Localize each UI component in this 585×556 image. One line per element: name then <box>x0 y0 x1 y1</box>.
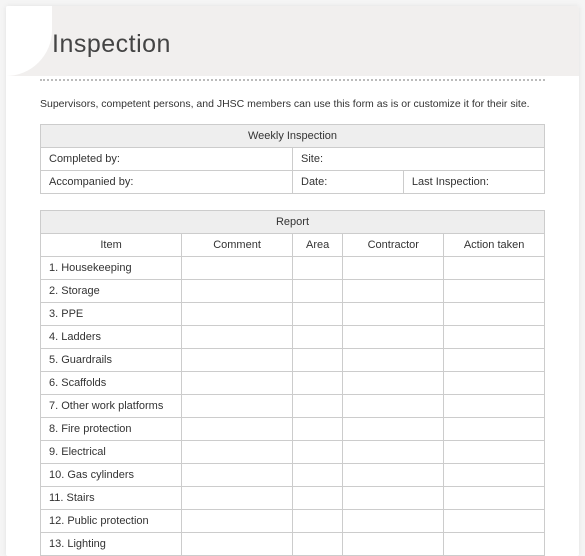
empty-cell <box>292 486 342 509</box>
empty-cell <box>343 348 444 371</box>
empty-cell <box>343 509 444 532</box>
empty-cell <box>444 532 545 555</box>
item-cell: 3. PPE <box>41 302 182 325</box>
table-row: 9. Electrical <box>41 440 545 463</box>
table-row: 8. Fire protection <box>41 417 545 440</box>
empty-cell <box>343 256 444 279</box>
empty-cell <box>292 440 342 463</box>
item-cell: 6. Scaffolds <box>41 371 182 394</box>
accompanied-by-label: Accompanied by: <box>41 170 293 193</box>
empty-cell <box>292 509 342 532</box>
empty-cell <box>444 371 545 394</box>
empty-cell <box>292 279 342 302</box>
empty-cell <box>182 463 293 486</box>
col-item: Item <box>41 233 182 256</box>
item-cell: 5. Guardrails <box>41 348 182 371</box>
empty-cell <box>444 417 545 440</box>
empty-cell <box>343 394 444 417</box>
table-row: 2. Storage <box>41 279 545 302</box>
empty-cell <box>292 348 342 371</box>
empty-cell <box>343 486 444 509</box>
weekly-inspection-table: Weekly Inspection Completed by: Site: Ac… <box>40 124 545 194</box>
table-row: 6. Scaffolds <box>41 371 545 394</box>
empty-cell <box>182 417 293 440</box>
empty-cell <box>292 394 342 417</box>
empty-cell <box>182 440 293 463</box>
header: Inspection <box>6 6 579 71</box>
table-row: 10. Gas cylinders <box>41 463 545 486</box>
col-contractor: Contractor <box>343 233 444 256</box>
empty-cell <box>182 348 293 371</box>
empty-cell <box>292 325 342 348</box>
empty-cell <box>343 532 444 555</box>
table-row: 12. Public protection <box>41 509 545 532</box>
empty-cell <box>343 440 444 463</box>
item-cell: 8. Fire protection <box>41 417 182 440</box>
col-action: Action taken <box>444 233 545 256</box>
item-cell: 10. Gas cylinders <box>41 463 182 486</box>
empty-cell <box>292 417 342 440</box>
completed-by-label: Completed by: <box>41 147 293 170</box>
divider-dots <box>40 79 545 81</box>
empty-cell <box>292 302 342 325</box>
report-header: Report <box>41 210 545 233</box>
item-cell: 7. Other work platforms <box>41 394 182 417</box>
empty-cell <box>182 325 293 348</box>
report-table: Report Item Comment Area Contractor Acti… <box>40 210 545 556</box>
date-label: Date: <box>293 170 404 193</box>
col-comment: Comment <box>182 233 293 256</box>
empty-cell <box>444 279 545 302</box>
empty-cell <box>444 256 545 279</box>
table-row: 5. Guardrails <box>41 348 545 371</box>
empty-cell <box>444 348 545 371</box>
empty-cell <box>182 371 293 394</box>
page-title: Inspection <box>52 30 547 59</box>
empty-cell <box>343 371 444 394</box>
empty-cell <box>444 325 545 348</box>
report-columns-row: Item Comment Area Contractor Action take… <box>41 233 545 256</box>
item-cell: 4. Ladders <box>41 325 182 348</box>
empty-cell <box>182 486 293 509</box>
empty-cell <box>182 509 293 532</box>
site-label: Site: <box>293 147 545 170</box>
empty-cell <box>292 463 342 486</box>
empty-cell <box>444 394 545 417</box>
empty-cell <box>444 302 545 325</box>
empty-cell <box>444 463 545 486</box>
intro-text: Supervisors, competent persons, and JHSC… <box>40 97 545 112</box>
table-row: 1. Housekeeping <box>41 256 545 279</box>
last-inspection-label: Last Inspection: <box>403 170 544 193</box>
empty-cell <box>182 394 293 417</box>
empty-cell <box>182 279 293 302</box>
empty-cell <box>292 532 342 555</box>
item-cell: 11. Stairs <box>41 486 182 509</box>
table-row: 13. Lighting <box>41 532 545 555</box>
empty-cell <box>343 325 444 348</box>
item-cell: 1. Housekeeping <box>41 256 182 279</box>
empty-cell <box>182 302 293 325</box>
item-cell: 9. Electrical <box>41 440 182 463</box>
empty-cell <box>444 440 545 463</box>
table-row: 3. PPE <box>41 302 545 325</box>
item-cell: 2. Storage <box>41 279 182 302</box>
empty-cell <box>182 256 293 279</box>
empty-cell <box>343 417 444 440</box>
table-row: 7. Other work platforms <box>41 394 545 417</box>
empty-cell <box>343 279 444 302</box>
empty-cell <box>444 486 545 509</box>
empty-cell <box>292 256 342 279</box>
empty-cell <box>343 463 444 486</box>
table-row: 4. Ladders <box>41 325 545 348</box>
weekly-header: Weekly Inspection <box>41 124 545 147</box>
table-row: 11. Stairs <box>41 486 545 509</box>
page: Inspection Supervisors, competent person… <box>6 6 579 556</box>
item-cell: 13. Lighting <box>41 532 182 555</box>
empty-cell <box>343 302 444 325</box>
empty-cell <box>182 532 293 555</box>
col-area: Area <box>292 233 342 256</box>
empty-cell <box>444 509 545 532</box>
item-cell: 12. Public protection <box>41 509 182 532</box>
empty-cell <box>292 371 342 394</box>
